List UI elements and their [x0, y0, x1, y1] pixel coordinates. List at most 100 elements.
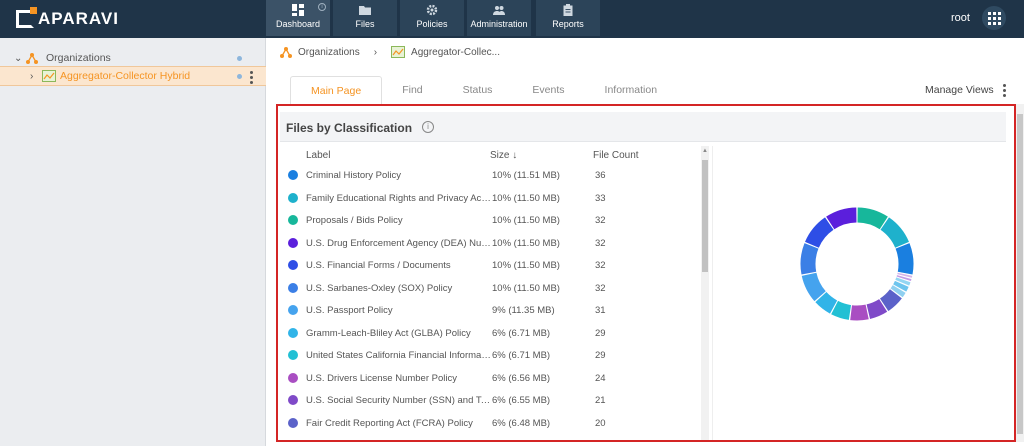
row-file-count: 32 — [595, 282, 606, 294]
user-name[interactable]: root — [951, 12, 970, 24]
nav-files-button[interactable]: Files — [333, 0, 397, 36]
row-label: U.S. Social Security Number (SSN) and Ta… — [306, 395, 492, 406]
donut-slice[interactable] — [857, 207, 888, 230]
donut-slice[interactable] — [890, 285, 906, 298]
table-row[interactable]: U.S. Sarbanes-Oxley (SOX) Policy 10% (11.… — [288, 277, 698, 299]
panel-title: Files by Classification — [286, 121, 413, 135]
nav-policies-button[interactable]: Policies — [400, 0, 464, 36]
donut-slice[interactable] — [895, 277, 911, 286]
donut-slice[interactable] — [800, 243, 819, 275]
row-size: 10% (11.50 MB) — [492, 215, 560, 226]
column-header-file-count[interactable]: File Count — [593, 150, 639, 161]
sidebar: ⌄ Organizations › Aggregator-Collector H… — [0, 38, 266, 446]
column-header-size[interactable]: Size ↓ — [490, 150, 517, 161]
legend-dot — [288, 282, 298, 293]
nav-reports-button[interactable]: Reports — [536, 0, 600, 36]
gear-icon — [426, 4, 438, 16]
apps-grid-icon[interactable] — [982, 6, 1006, 30]
legend-dot — [288, 192, 298, 203]
manage-views-button[interactable]: Manage Views — [925, 84, 994, 96]
row-file-count: 32 — [595, 237, 606, 249]
page-scrollbar[interactable] — [1016, 104, 1024, 442]
row-size: 10% (11.50 MB) — [492, 260, 560, 271]
scroll-up-icon[interactable]: ▲ — [702, 148, 708, 154]
list-scrollbar[interactable]: ▲ — [701, 146, 709, 440]
donut-slice[interactable] — [879, 289, 902, 312]
row-file-count: 29 — [595, 350, 606, 361]
row-size: 10% (11.51 MB) — [492, 170, 560, 181]
row-label: U.S. Drivers License Number Policy — [306, 372, 457, 384]
breadcrumb-current[interactable]: Aggregator-Collec... — [411, 47, 500, 58]
info-icon[interactable]: i — [318, 3, 326, 11]
table-row[interactable]: Proposals / Bids Policy 10% (11.50 MB) 32 — [288, 209, 698, 231]
table-row[interactable]: U.S. Drivers License Number Policy 6% (6.… — [288, 367, 698, 389]
tab-status[interactable]: Status — [443, 76, 513, 104]
tab-find[interactable]: Find — [382, 76, 442, 104]
aggregator-icon — [42, 70, 56, 82]
scrollbar-thumb[interactable] — [1017, 114, 1023, 434]
scrollbar-thumb[interactable] — [702, 160, 708, 272]
legend-dot — [288, 372, 298, 383]
info-icon[interactable]: i — [422, 121, 434, 133]
logo-mark-icon — [16, 7, 37, 28]
row-file-count: 20 — [595, 417, 606, 429]
sidebar-item-label: Organizations — [46, 52, 111, 64]
row-size: 6% (6.71 MB) — [492, 327, 551, 339]
chevron-right-icon: › — [373, 46, 378, 58]
org-icon — [280, 47, 292, 58]
table-row[interactable]: U.S. Drug Enforcement Agency (DEA) Numbe… — [288, 232, 698, 254]
row-file-count: 32 — [595, 215, 606, 226]
row-file-count: 31 — [595, 305, 606, 316]
table-row[interactable]: Gramm-Leach-Bliley Act (GLBA) Policy 6% (… — [288, 322, 698, 344]
table-row[interactable]: U.S. Social Security Number (SSN) and Ta… — [288, 389, 698, 411]
column-header-label[interactable]: Label — [306, 150, 330, 161]
row-size: 9% (11.35 MB) — [492, 305, 555, 316]
sidebar-item-organizations[interactable]: ⌄ Organizations — [0, 48, 266, 68]
breadcrumb-organizations[interactable]: Organizations — [298, 47, 360, 58]
chevron-down-icon[interactable]: ⌄ — [14, 53, 22, 64]
row-file-count: 29 — [595, 327, 606, 339]
size-header-label: Size — [490, 150, 510, 161]
row-size: 6% (6.55 MB) — [492, 395, 551, 406]
dashboard-icon — [292, 4, 304, 16]
tab-main-page[interactable]: Main Page — [290, 76, 383, 104]
legend-dot — [288, 327, 298, 338]
donut-slice[interactable] — [805, 217, 834, 249]
legend-dot — [288, 237, 298, 248]
donut-slice[interactable] — [815, 291, 838, 314]
aparavi-logo[interactable]: APARAVI — [16, 7, 119, 29]
legend-dot — [288, 395, 298, 405]
more-icon[interactable] — [250, 71, 253, 86]
more-icon[interactable] — [1003, 84, 1006, 99]
row-label: Fair Credit Reporting Act (FCRA) Policy — [306, 417, 473, 429]
nav-administration-button[interactable]: Administration — [467, 0, 531, 36]
table-row[interactable]: Criminal History Policy 10% (11.51 MB) 36 — [288, 164, 698, 186]
nav-files-label: Files — [355, 19, 375, 29]
donut-slice[interactable] — [850, 304, 869, 321]
donut-slice[interactable] — [880, 217, 909, 249]
sidebar-item-label: Aggregator-Collector Hybrid — [60, 70, 191, 82]
table-row[interactable]: Fair Credit Reporting Act (FCRA) Policy 6… — [288, 412, 698, 434]
row-label: U.S. Sarbanes-Oxley (SOX) Policy — [306, 282, 453, 294]
donut-slice[interactable] — [895, 243, 914, 275]
table-row[interactable]: Family Educational Rights and Privacy Ac… — [288, 187, 698, 209]
donut-slice[interactable] — [866, 298, 888, 319]
donut-slice[interactable] — [801, 272, 826, 302]
table-row[interactable]: U.S. Financial Forms / Documents 10% (11.… — [288, 254, 698, 276]
tab-information[interactable]: Information — [585, 76, 678, 104]
nav-administration-label: Administration — [470, 19, 528, 29]
nav-dashboard-button[interactable]: Dashboard i — [266, 0, 330, 36]
donut-slice[interactable] — [893, 280, 909, 292]
aggregator-icon — [391, 46, 406, 58]
donut-slice[interactable] — [826, 207, 857, 230]
table-row[interactable]: U.S. Passport Policy 9% (11.35 MB) 31 — [288, 299, 698, 321]
chevron-right-icon[interactable]: › — [30, 71, 33, 82]
top-bar: APARAVI Dashboard i Files Policies Admin… — [0, 0, 1024, 38]
legend-dot — [288, 215, 298, 225]
row-size: 10% (11.50 MB) — [492, 282, 560, 294]
donut-slice[interactable] — [831, 300, 852, 320]
tab-events[interactable]: Events — [512, 76, 584, 104]
chart-area — [712, 146, 1002, 440]
sidebar-item-aggregator[interactable]: › Aggregator-Collector Hybrid — [0, 66, 266, 86]
table-row[interactable]: United States California Financial Infor… — [288, 344, 698, 366]
